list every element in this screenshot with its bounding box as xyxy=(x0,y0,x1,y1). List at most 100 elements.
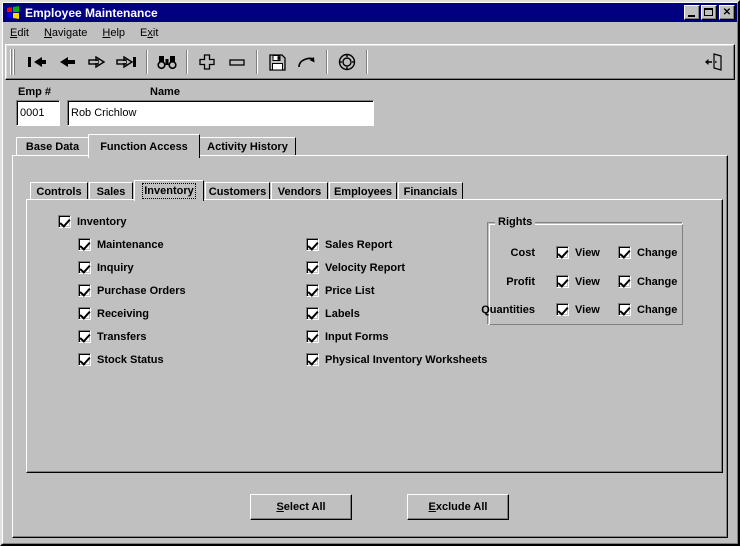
title-bar[interactable]: Employee Maintenance ✕ xyxy=(3,3,737,22)
tab-customers[interactable]: Customers xyxy=(205,182,270,200)
checkbox-cost-view-box[interactable] xyxy=(556,246,569,259)
checkbox-maintenance[interactable]: Maintenance xyxy=(78,238,164,251)
tab-base-data[interactable]: Base Data xyxy=(16,137,89,156)
first-record-icon[interactable] xyxy=(22,49,52,75)
checkbox-maintenance-box[interactable] xyxy=(78,238,91,251)
checkbox-labels[interactable]: Labels xyxy=(306,307,360,320)
checkbox-receiving-label: Receiving xyxy=(97,307,149,320)
lifebuoy-icon[interactable] xyxy=(332,49,362,75)
tab-sales[interactable]: Sales xyxy=(89,182,133,200)
toolbar-separator xyxy=(326,50,328,74)
checkbox-purchase-orders[interactable]: Purchase Orders xyxy=(78,284,186,297)
checkbox-profit-change-box[interactable] xyxy=(618,275,631,288)
checkbox-price-list[interactable]: Price List xyxy=(306,284,375,297)
checkbox-stock-status[interactable]: Stock Status xyxy=(78,353,164,366)
checkbox-quantities-view[interactable]: View xyxy=(556,303,600,316)
save-floppy-icon[interactable] xyxy=(262,49,292,75)
checkbox-quantities-view-label: View xyxy=(575,303,600,316)
tab-function-access[interactable]: Function Access xyxy=(88,134,200,158)
checkbox-receiving[interactable]: Receiving xyxy=(78,307,149,320)
tab-inventory-label: Inventory xyxy=(142,183,196,199)
select-all-button[interactable]: Select All xyxy=(250,494,352,520)
delete-minus-icon[interactable] xyxy=(222,49,252,75)
checkbox-inquiry-box[interactable] xyxy=(78,261,91,274)
checkbox-input-forms-box[interactable] xyxy=(306,330,319,343)
checkbox-inquiry[interactable]: Inquiry xyxy=(78,261,134,274)
checkbox-quantities-change-label: Change xyxy=(637,303,678,316)
exclude-all-button[interactable]: Exclude All xyxy=(407,494,509,520)
checkbox-cost-change[interactable]: Change xyxy=(618,246,677,259)
checkbox-price-list-box[interactable] xyxy=(306,284,319,297)
checkbox-velocity-report-box[interactable] xyxy=(306,261,319,274)
find-binoculars-icon[interactable] xyxy=(152,49,182,75)
tab-employees[interactable]: Employees xyxy=(329,182,397,200)
checkbox-velocity-report-label: Velocity Report xyxy=(325,261,406,274)
checkbox-inventory[interactable]: Inventory xyxy=(58,215,127,228)
tab-inventory[interactable]: Inventory xyxy=(134,180,204,201)
menu-item-help[interactable]: Help xyxy=(102,27,125,39)
tab-activity-history[interactable]: Activity History xyxy=(199,137,296,156)
checkbox-profit-view-box[interactable] xyxy=(556,275,569,288)
previous-record-icon[interactable] xyxy=(52,49,82,75)
checkbox-cost-change-box[interactable] xyxy=(618,246,631,259)
name-label: Name xyxy=(150,86,180,98)
menu-item-exit[interactable]: Exit xyxy=(140,27,158,39)
toolbar xyxy=(5,44,735,80)
name-input[interactable]: Rob Crichlow xyxy=(67,100,374,126)
tab-vendors[interactable]: Vendors xyxy=(271,182,328,200)
emp-number-input[interactable]: 0001 xyxy=(16,100,60,126)
tab-vendors-label: Vendors xyxy=(277,185,322,198)
window-title: Employee Maintenance xyxy=(25,5,158,20)
checkbox-purchase-orders-box[interactable] xyxy=(78,284,91,297)
checkbox-sales-report[interactable]: Sales Report xyxy=(306,238,392,251)
add-plus-icon[interactable] xyxy=(192,49,222,75)
checkbox-physical-inventory-worksheets-box[interactable] xyxy=(306,353,319,366)
checkbox-profit-view-label: View xyxy=(575,275,600,288)
checkbox-quantities-change[interactable]: Change xyxy=(618,303,677,316)
minimize-icon xyxy=(688,15,695,17)
window-controls: ✕ xyxy=(683,5,735,20)
checkbox-profit-change-label: Change xyxy=(637,275,678,288)
checkbox-price-list-label: Price List xyxy=(325,284,375,297)
checkbox-transfers[interactable]: Transfers xyxy=(78,330,147,343)
checkbox-quantities-view-box[interactable] xyxy=(556,303,569,316)
last-record-icon[interactable] xyxy=(112,49,142,75)
checkbox-stock-status-box[interactable] xyxy=(78,353,91,366)
toolbar-separator xyxy=(256,50,258,74)
toolbar-grip[interactable] xyxy=(10,49,17,75)
checkbox-cost-view-label: View xyxy=(575,246,600,259)
toolbar-separator xyxy=(366,50,368,74)
checkbox-physical-inventory-worksheets[interactable]: Physical Inventory Worksheets xyxy=(306,353,487,366)
menu-item-navigate[interactable]: Navigate xyxy=(44,27,87,39)
checkbox-labels-label: Labels xyxy=(325,307,360,320)
checkbox-receiving-box[interactable] xyxy=(78,307,91,320)
tab-controls[interactable]: Controls xyxy=(30,182,88,200)
checkbox-transfers-box[interactable] xyxy=(78,330,91,343)
checkbox-maintenance-label: Maintenance xyxy=(97,238,164,251)
checkbox-cost-view[interactable]: View xyxy=(556,246,600,259)
checkbox-cost-change-label: Change xyxy=(637,246,678,259)
close-icon: ✕ xyxy=(722,6,732,18)
checkbox-profit-change[interactable]: Change xyxy=(618,275,677,288)
tab-base-data-label: Base Data xyxy=(25,141,80,153)
checkbox-sales-report-box[interactable] xyxy=(306,238,319,251)
checkbox-profit-view[interactable]: View xyxy=(556,275,600,288)
tab-financials[interactable]: Financials xyxy=(398,182,463,200)
checkbox-physical-inventory-worksheets-label: Physical Inventory Worksheets xyxy=(325,353,488,366)
minimize-button[interactable] xyxy=(684,5,700,20)
maximize-button[interactable] xyxy=(701,5,717,20)
checkbox-labels-box[interactable] xyxy=(306,307,319,320)
tab-financials-label: Financials xyxy=(403,185,458,198)
select-all-button-label: Select All xyxy=(276,501,326,513)
checkbox-input-forms[interactable]: Input Forms xyxy=(306,330,389,343)
menu-item-edit[interactable]: Edit xyxy=(10,27,29,39)
checkbox-inventory-box[interactable] xyxy=(58,215,71,228)
next-record-icon[interactable] xyxy=(82,49,112,75)
tab-controls-label: Controls xyxy=(36,185,82,198)
checkbox-quantities-change-box[interactable] xyxy=(618,303,631,316)
redo-arrow-icon[interactable] xyxy=(292,49,322,75)
checkbox-velocity-report[interactable]: Velocity Report xyxy=(306,261,405,274)
close-button[interactable]: ✕ xyxy=(719,5,735,20)
toolbar-separator xyxy=(186,50,188,74)
exit-door-icon[interactable] xyxy=(698,49,728,75)
